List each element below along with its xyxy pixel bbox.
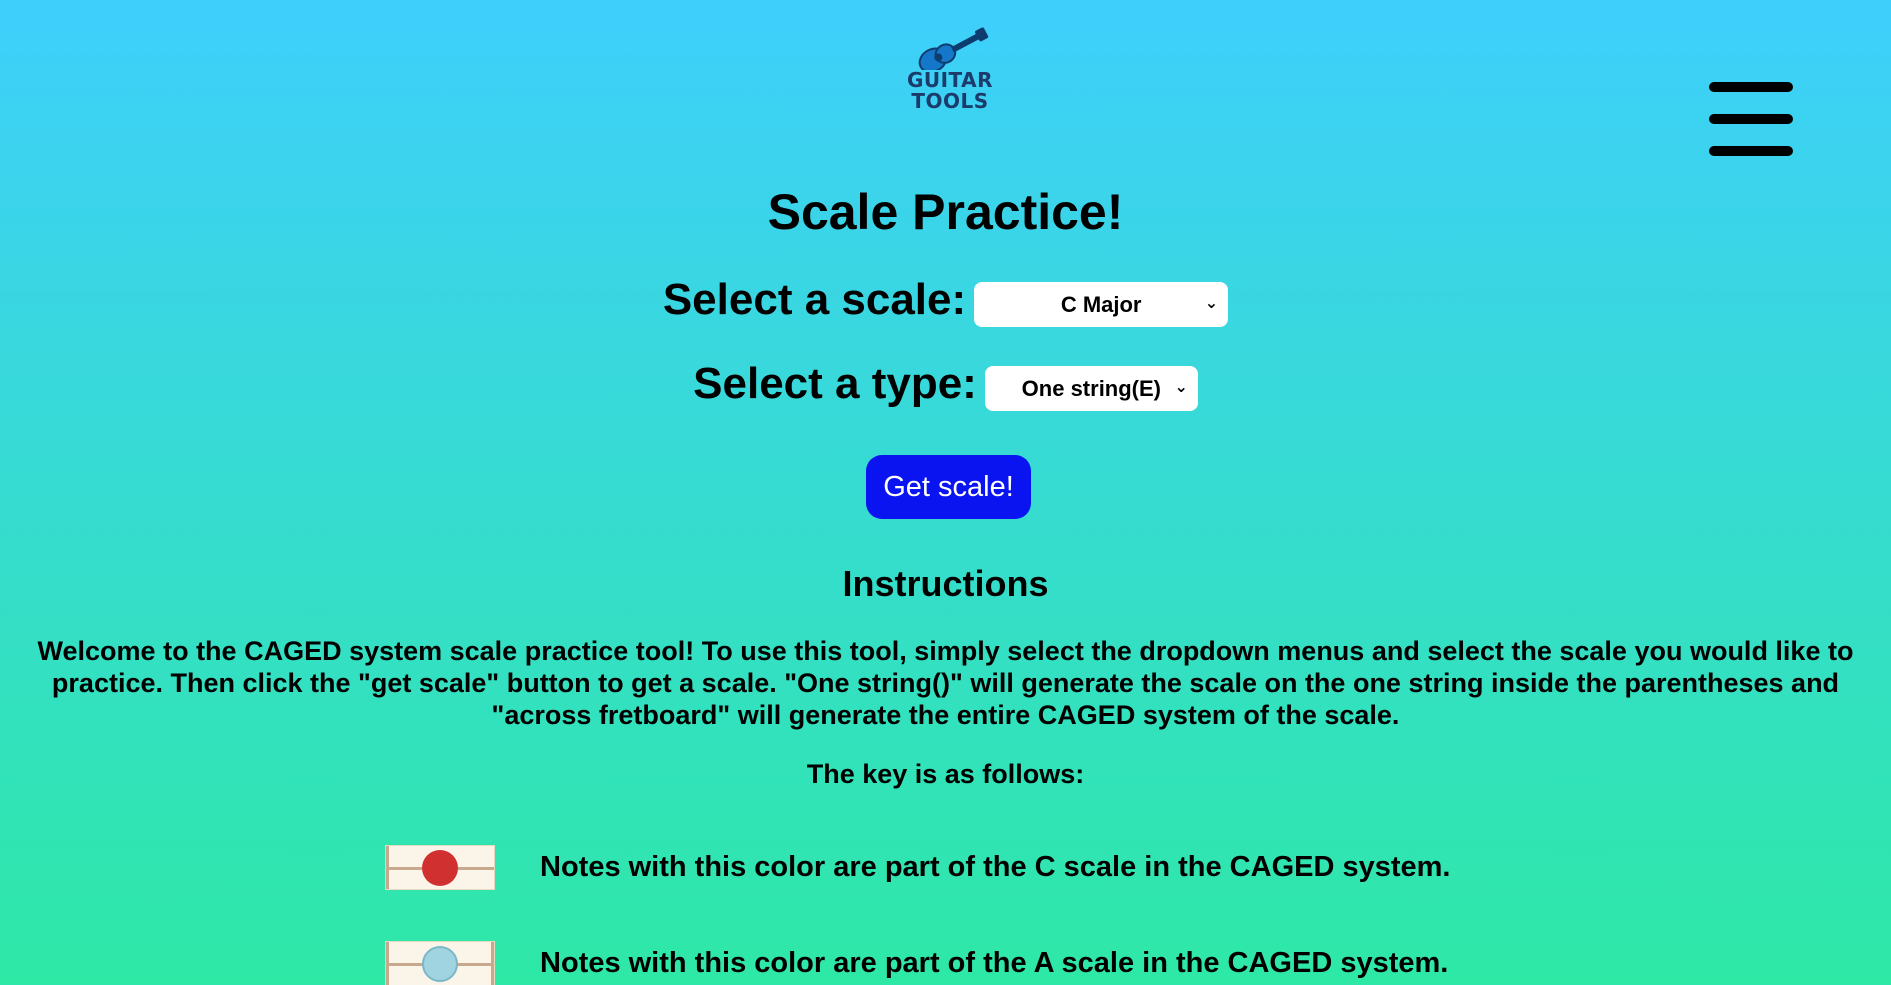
chevron-down-icon: ⌄ (1174, 379, 1188, 396)
chevron-down-icon: ⌄ (1204, 295, 1219, 312)
red-note-dot (422, 850, 458, 886)
key-row-a-scale: Notes with this color are part of the A … (385, 941, 1448, 985)
instructions-text: Welcome to the CAGED system scale practi… (37, 636, 1854, 730)
logo-text-line2: TOOLS (911, 89, 989, 113)
hamburger-bar (1709, 114, 1793, 124)
type-select-label: Select a type: (693, 358, 977, 408)
key-heading: The key is as follows: (806, 759, 1085, 789)
key-row-c-scale: Notes with this color are part of the C … (385, 845, 1450, 890)
guitar-tools-logo[interactable]: GUITAR TOOLS (904, 22, 996, 122)
fretboard-swatch-image (385, 941, 495, 985)
hamburger-bar (1709, 82, 1793, 92)
hamburger-menu-icon[interactable] (1709, 82, 1793, 156)
scale-select-row: Select a scale: C Major ⌄ (0, 272, 1891, 327)
scale-select-label: Select a scale: (662, 274, 967, 324)
logo-text-line1: GUITAR (906, 68, 994, 92)
scale-select[interactable]: C Major ⌄ (974, 282, 1229, 327)
hamburger-bar (1709, 146, 1793, 156)
guitar-icon (918, 27, 989, 70)
type-select-row: Select a type: One string(E) ⌄ (0, 356, 1891, 411)
instructions-title: Instructions (842, 563, 1049, 604)
type-select-value: One string(E) (1021, 375, 1162, 401)
light-blue-note-dot (422, 946, 458, 982)
page-title: Scale Practice! (767, 184, 1124, 240)
key-text: Notes with this color are part of the C … (540, 851, 1451, 883)
fretboard-swatch-image (385, 845, 495, 890)
type-select[interactable]: One string(E) ⌄ (984, 366, 1198, 411)
key-text: Notes with this color are part of the A … (540, 947, 1449, 979)
scale-select-value: C Major (1060, 291, 1142, 317)
get-scale-button[interactable]: Get scale! (866, 455, 1031, 519)
